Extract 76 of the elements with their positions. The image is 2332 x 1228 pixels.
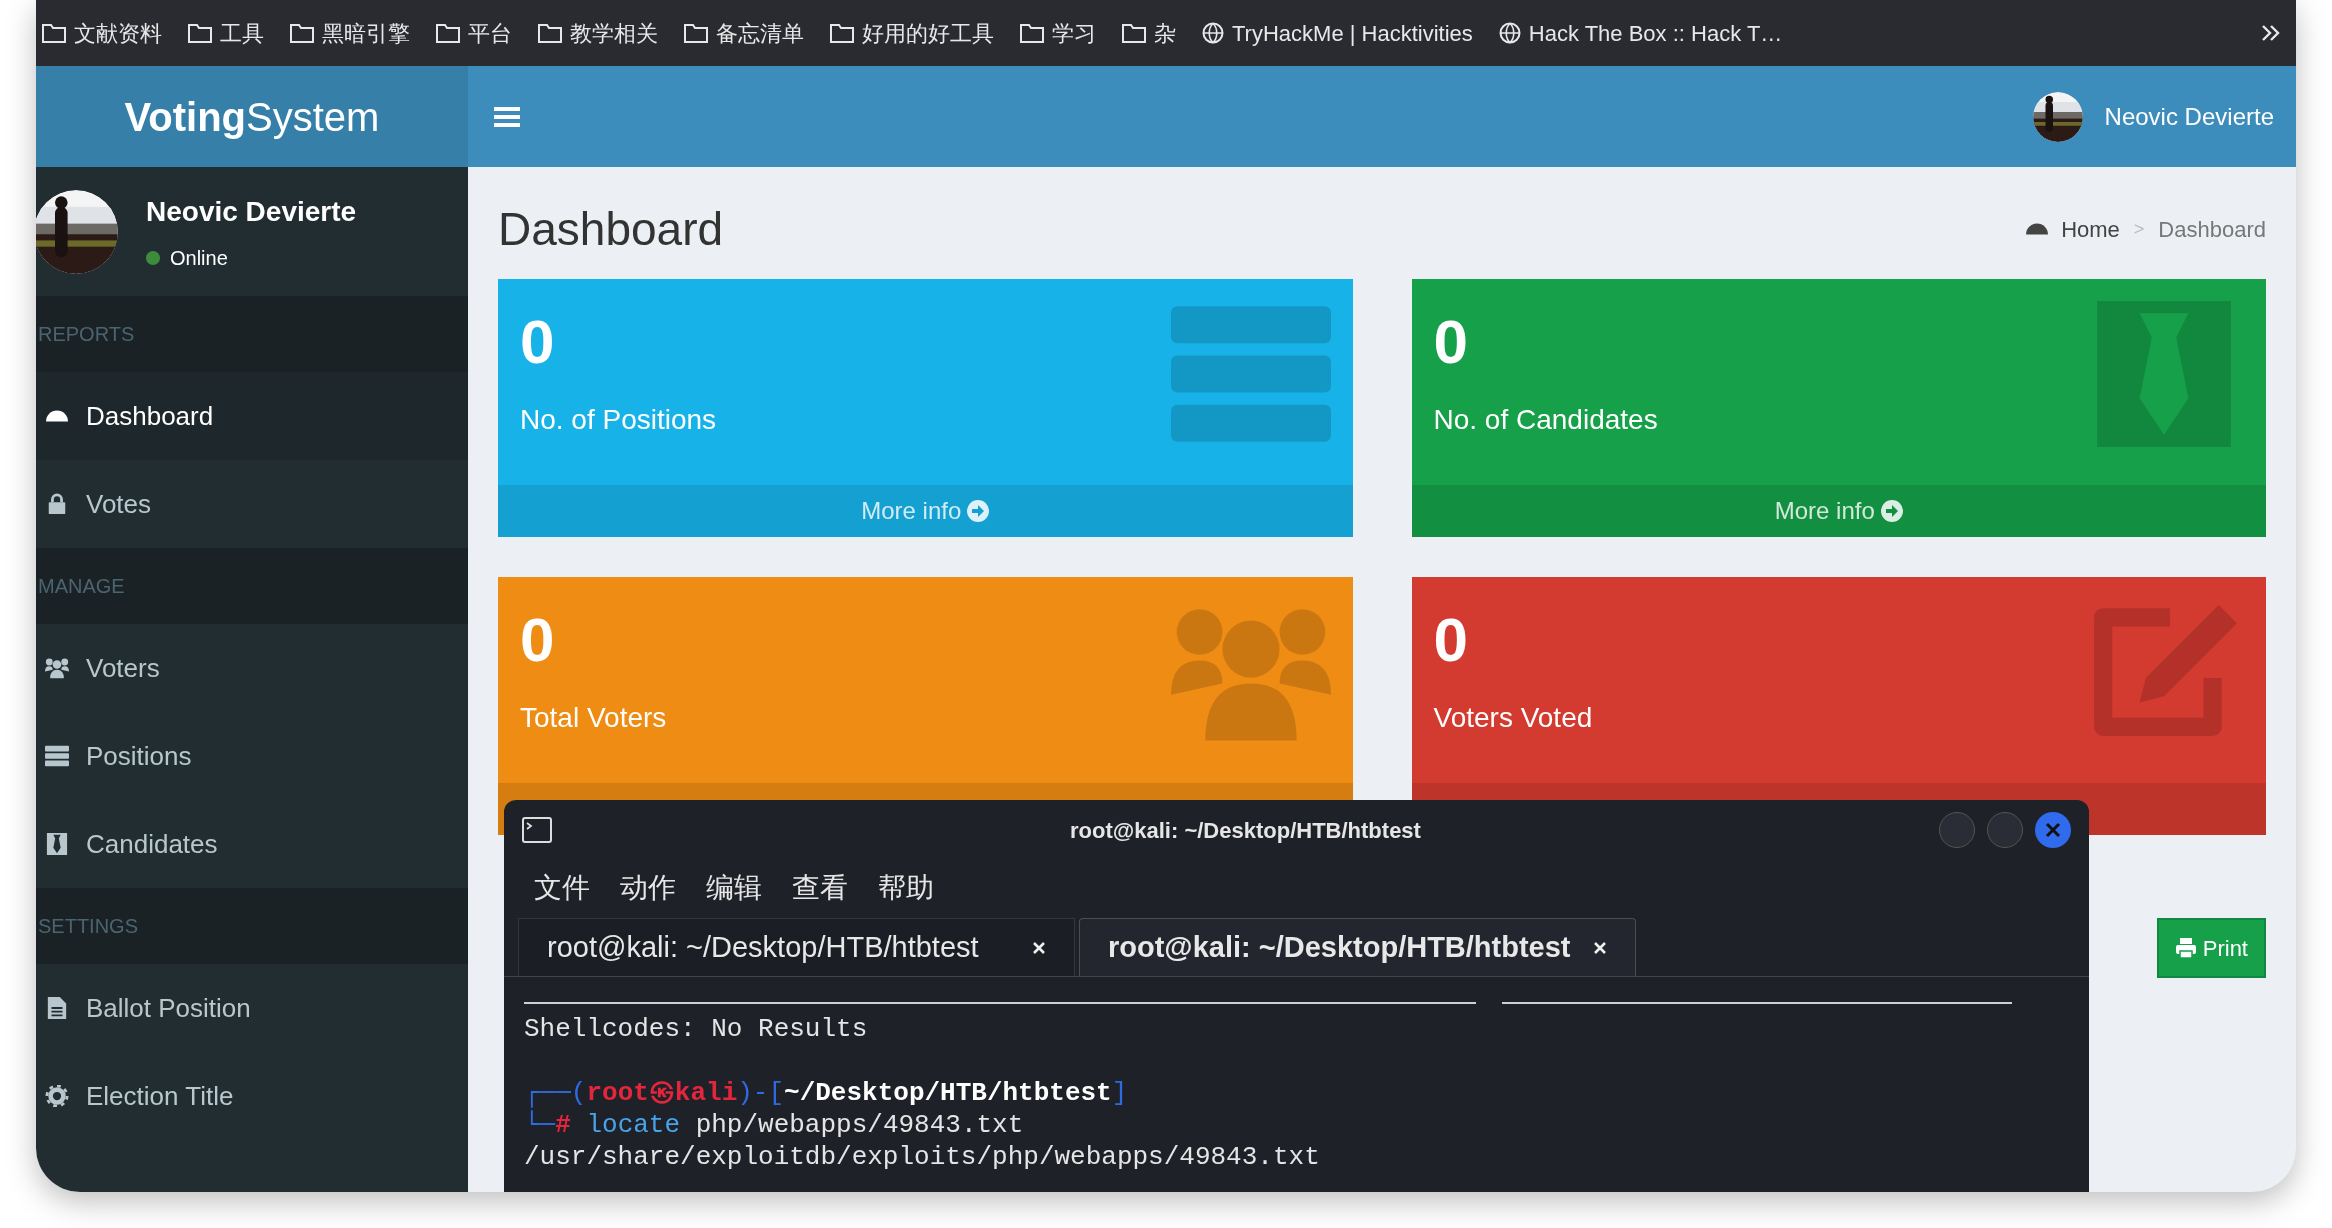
users-icon <box>45 657 69 679</box>
bookmark-link[interactable]: 平台 <box>436 16 512 50</box>
close-icon <box>1593 940 1607 955</box>
bookmark-link[interactable]: 好用的好工具 <box>830 16 994 50</box>
folder-icon <box>290 23 314 43</box>
close-button[interactable] <box>2035 812 2071 848</box>
stat-value: 0 <box>1433 311 1469 373</box>
document-icon <box>45 997 69 1019</box>
printer-icon <box>2174 937 2197 959</box>
sidebar-item[interactable]: Candidates <box>36 800 468 888</box>
terminal-line: Shellcodes: No Results <box>524 1013 869 1045</box>
stat-label: Voters Voted <box>1433 701 1593 735</box>
menu-item[interactable]: 查看 <box>792 866 848 909</box>
chevron-icon <box>2260 23 2282 43</box>
user-name: Neovic Devierte <box>146 194 357 229</box>
user-status: Online <box>170 245 228 271</box>
section-header: MANAGE <box>38 574 125 599</box>
menu-item[interactable]: 动作 <box>620 866 676 909</box>
close-icon <box>1032 940 1046 955</box>
user-menu[interactable]: Neovic Devierte <box>2032 91 2274 142</box>
bookmark-link[interactable]: 文献资料 <box>42 16 162 50</box>
tab-close-button[interactable] <box>1593 940 1607 955</box>
stat-value: 0 <box>520 609 556 671</box>
bookmark-link[interactable]: 备忘清单 <box>684 16 804 50</box>
section-header: SETTINGS <box>38 914 138 939</box>
breadcrumb-current: Dashboard <box>2158 215 2266 244</box>
list-icon <box>45 745 69 767</box>
stat-value: 0 <box>1433 609 1469 671</box>
folder-icon <box>1122 23 1146 43</box>
stat-value: 0 <box>520 311 556 373</box>
section-header: REPORTS <box>38 322 135 347</box>
bookmark-link[interactable]: TryHackMe | Hacktivities <box>1202 16 1473 50</box>
stat-label: No. of Positions <box>520 403 717 437</box>
bookmark-link[interactable]: 工具 <box>188 16 264 50</box>
gauge-icon <box>2025 223 2050 235</box>
globe-icon <box>1202 22 1224 44</box>
terminal-icon <box>522 817 552 843</box>
close-icon <box>2045 822 2061 838</box>
window-title: root@kali: ~/Desktop/HTB/htbtest <box>1069 816 1422 845</box>
breadcrumb-link[interactable]: Home <box>2025 212 2120 246</box>
terminal-tab[interactable]: root@kali: ~/Desktop/HTB/htbtest <box>1079 918 1636 976</box>
stat-label: No. of Candidates <box>1433 403 1658 437</box>
sidebar-item[interactable]: Election Title <box>36 1052 468 1140</box>
sidebar-item[interactable]: Dashboard <box>36 372 468 460</box>
tab-close-button[interactable] <box>1032 940 1046 955</box>
terminal-tab[interactable]: root@kali: ~/Desktop/HTB/htbtest <box>518 918 1075 976</box>
terminal-line: ┌──(root㉿kali)-[~/Desktop/HTB/htbtest] <box>524 1077 1129 1109</box>
sidebar-item[interactable]: Voters <box>36 624 468 712</box>
bookmark-link[interactable]: 杂 <box>1122 16 1176 50</box>
folder-icon <box>188 23 212 43</box>
sidebar-item[interactable]: Ballot Position <box>36 964 468 1052</box>
folder-icon <box>684 23 708 43</box>
gauge-icon <box>45 410 69 422</box>
stat-label: Total Voters <box>520 701 667 735</box>
menu-item[interactable]: 编辑 <box>706 866 762 909</box>
menu-item[interactable]: 文件 <box>534 866 590 909</box>
folder-icon <box>1020 23 1044 43</box>
menu-icon <box>494 104 522 129</box>
bookmark-link[interactable]: 教学相关 <box>538 16 658 50</box>
terminal-line: └─# locate php/webapps/49843.txt <box>524 1109 1025 1141</box>
folder-icon <box>830 23 854 43</box>
settings-icon <box>45 1085 69 1107</box>
bookmark-link[interactable]: 学习 <box>1020 16 1096 50</box>
sidebar-item[interactable]: Positions <box>36 712 468 800</box>
bookmark-link[interactable]: 黑暗引擎 <box>290 16 410 50</box>
breadcrumb-separator: > <box>2133 217 2145 241</box>
folder-icon <box>42 23 66 43</box>
globe-icon <box>1498 22 1521 44</box>
folder-icon <box>538 23 562 43</box>
terminal-line: /usr/share/exploitdb/exploits/php/webapps/49843.txt <box>524 1141 1321 1173</box>
tie-icon <box>45 833 69 855</box>
menu-item[interactable]: 帮助 <box>878 866 934 909</box>
folder-icon <box>436 23 460 43</box>
sidebar-item[interactable]: Votes <box>36 460 468 548</box>
bookmark-link[interactable]: Hack The Box :: Hack T… <box>1498 16 1783 50</box>
page-title: Dashboard <box>498 201 724 257</box>
